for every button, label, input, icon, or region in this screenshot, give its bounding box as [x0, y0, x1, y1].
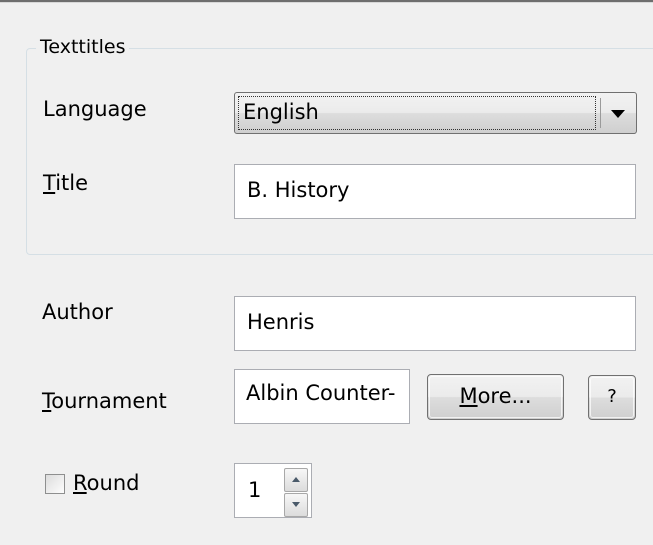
- language-combobox[interactable]: English: [234, 92, 637, 134]
- tournament-label: Tournament: [42, 387, 167, 415]
- more-button-label-rest: ore...: [477, 384, 532, 408]
- language-selected-value: English: [243, 100, 319, 124]
- spin-up-icon: [292, 477, 300, 482]
- tournament-label-mnemonic: T: [42, 389, 52, 413]
- round-checkbox[interactable]: [45, 474, 65, 494]
- more-button-mnemonic: M: [459, 384, 478, 408]
- help-button-label: ?: [607, 386, 617, 407]
- window-top-border: [0, 0, 653, 4]
- chevron-down-icon[interactable]: [611, 110, 625, 118]
- title-label-rest: itle: [55, 171, 89, 195]
- language-label: Language: [43, 97, 147, 121]
- spin-up-button[interactable]: [284, 468, 308, 492]
- more-button[interactable]: More...: [427, 374, 564, 420]
- title-label: Title: [43, 169, 88, 197]
- help-button[interactable]: ?: [588, 375, 636, 420]
- title-field[interactable]: B. History: [234, 164, 636, 219]
- round-label-mnemonic: R: [73, 471, 87, 495]
- round-value: 1: [248, 478, 262, 502]
- more-button-label: More...: [459, 384, 531, 408]
- author-label: Author: [42, 300, 113, 324]
- round-label[interactable]: Round: [73, 469, 139, 497]
- title-label-mnemonic: T: [43, 171, 56, 195]
- language-combo-separator: [600, 98, 601, 128]
- texttitles-group-label: Texttitles: [36, 34, 130, 60]
- tournament-field[interactable]: Albin Counter-: [234, 369, 410, 424]
- tournament-label-rest: ournament: [51, 389, 167, 413]
- round-spin-buttons: [284, 468, 308, 518]
- spin-down-button[interactable]: [284, 493, 308, 517]
- author-field[interactable]: Henris: [234, 296, 636, 351]
- texttitles-groupbox: [26, 48, 653, 255]
- round-label-rest: ound: [86, 471, 140, 495]
- spin-down-icon: [292, 502, 300, 507]
